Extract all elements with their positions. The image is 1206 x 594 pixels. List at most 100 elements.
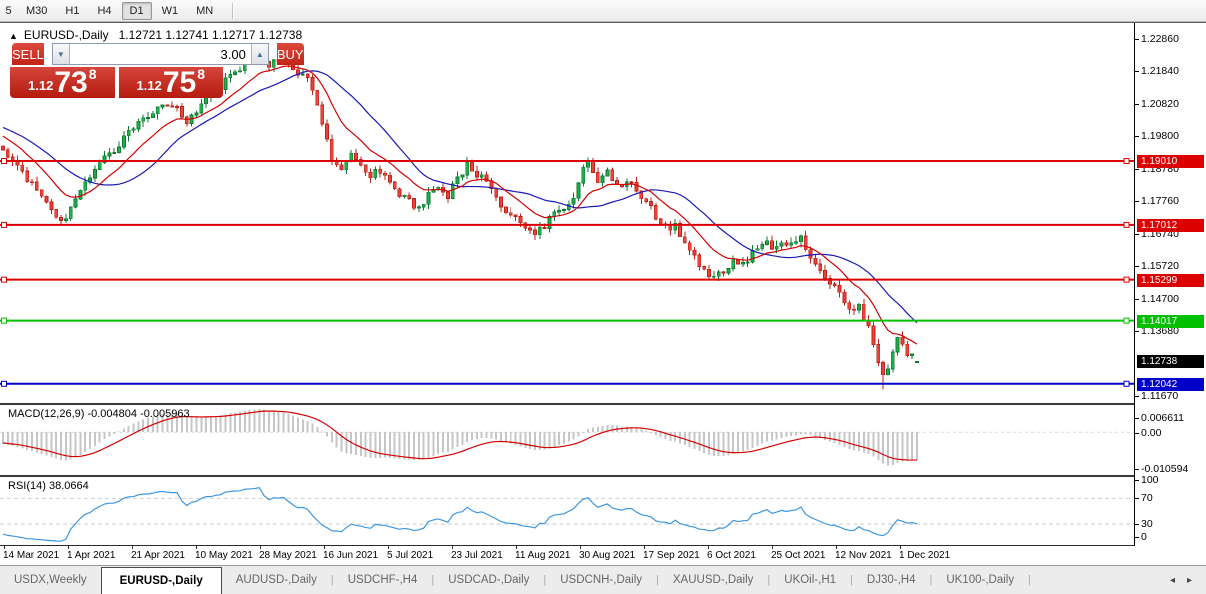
axis-tick [1135,169,1139,170]
timeframe-button-5[interactable]: 5 [1,2,16,20]
date-tick [388,546,389,549]
tab-ukoil-h1[interactable]: UKOil-,H1 [770,566,850,594]
tab-usdcad-daily[interactable]: USDCAD-,Daily [434,566,543,594]
timeframe-button-h1[interactable]: H1 [57,2,87,20]
date-label: 1 Apr 2021 [67,550,116,561]
buy-button[interactable]: BUY [276,43,304,65]
date-label: 16 Jun 2021 [323,550,379,561]
price-axis-label: 1.14700 [1141,293,1179,305]
macd-label: MACD(12,26,9) -0.004804 -0.005963 [8,408,190,420]
price-badge: 1.12738 [1137,354,1204,368]
buy-price-prefix: 1.12 [136,78,162,93]
date-tick [452,546,453,549]
date-label: 5 Jul 2021 [387,550,434,561]
price-badge: 1.19010 [1137,154,1204,168]
chart-symbol-label: EURUSD-,Daily [23,28,109,42]
axis-tick [1135,418,1139,419]
rsi-indicator-panel: RSI(14) 38.0664 [0,476,1134,546]
horizontal-line[interactable] [0,158,1134,165]
axis-tick [1135,396,1139,397]
collapse-triangle-icon[interactable]: ▲ [9,31,18,41]
tab-audusd-daily[interactable]: AUDUSD-,Daily [222,566,331,594]
tab-scroll-left-icon[interactable]: ◂ [1170,575,1175,586]
date-tick [900,546,901,549]
axis-tick [1135,331,1139,332]
date-tick [836,546,837,549]
sell-price-big: 73 [54,66,88,99]
price-axis-label: 1.11670 [1141,390,1179,402]
date-label: 6 Oct 2021 [707,550,756,561]
one-click-trading-panel: SELL ▼ ▲ BUY 1.12 73 8 1.12 [10,43,304,99]
tab-scroll-arrows: ◂ ▸ [1170,575,1192,586]
price-badge: 1.15299 [1137,273,1204,287]
axis-tick [1135,234,1139,235]
volume-increase-icon[interactable]: ▲ [250,44,268,64]
rsi-axis-label: 70 [1141,492,1153,504]
date-label: 11 Aug 2021 [515,550,571,561]
timeframe-button-d1[interactable]: D1 [121,1,152,20]
sell-price-pip: 8 [88,66,97,82]
date-tick [324,546,325,549]
horizontal-line[interactable] [0,317,1134,324]
tab-scroll-right-icon[interactable]: ▸ [1187,575,1192,586]
date-label: 21 Apr 2021 [131,550,185,561]
date-tick [196,546,197,549]
price-axis-label: 1.15720 [1141,260,1179,272]
axis-tick [1135,104,1139,105]
date-label: 14 Mar 2021 [3,550,60,561]
buy-price-big: 75 [162,66,197,99]
chart-tab-bar: USDX,Weekly EURUSD-,Daily AUDUSD-,Daily | US… [0,565,1206,594]
tab-usdx-weekly[interactable]: USDX,Weekly [0,566,101,594]
axis-tick [1135,469,1139,470]
axis-tick [1135,480,1139,481]
rsi-label: RSI(14) 38.0664 [8,480,89,492]
price-axis-label: 1.20820 [1141,98,1179,110]
date-label: 23 Jul 2021 [451,550,503,561]
rsi-chart-canvas[interactable] [0,477,1134,545]
date-tick [516,546,517,549]
sell-button[interactable]: SELL [12,43,44,65]
axis-tick [1135,524,1139,525]
sell-price-display[interactable]: 1.12 73 8 [10,66,115,99]
volume-spinner: ▼ ▲ [51,43,269,65]
price-chart-panel: ▲ EURUSD-,Daily 1.12721 1.12741 1.12717 1.… [0,23,1134,404]
date-tick [132,546,133,549]
timeframe-button-mn[interactable]: MN [188,2,221,20]
timeframe-toolbar: 5 M30 H1 H4 D1 W1 MN [0,0,1206,22]
price-axis-label: 1.17760 [1141,195,1179,207]
volume-input[interactable] [69,44,251,64]
horizontal-line[interactable] [0,276,1134,283]
date-label: 30 Aug 2021 [579,550,636,561]
timeframe-button-m30[interactable]: M30 [18,2,55,20]
axis-tick [1135,71,1139,72]
tab-xauusd-daily[interactable]: XAUUSD-,Daily [659,566,768,594]
price-axis-label: 1.19800 [1141,130,1179,142]
date-tick [580,546,581,549]
horizontal-line[interactable] [0,380,1134,387]
timeframe-button-h4[interactable]: H4 [89,2,119,20]
toolbar-separator [232,2,234,19]
rsi-axis-label: 100 [1141,474,1159,486]
date-label: 25 Oct 2021 [771,550,826,561]
horizontal-line[interactable] [0,221,1134,228]
rsi-axis-label: 0 [1141,531,1147,543]
axis-tick [1135,537,1139,538]
tab-usdcnh-daily[interactable]: USDCNH-,Daily [546,566,656,594]
price-axis-label: 1.21840 [1141,65,1179,77]
chart-window: ▲ EURUSD-,Daily 1.12721 1.12741 1.12717 1.… [0,22,1206,566]
volume-decrease-icon[interactable]: ▼ [52,44,70,64]
tab-dj30-h4[interactable]: DJ30-,H4 [853,566,930,594]
timeframe-button-w1[interactable]: W1 [154,2,187,20]
price-axis: 1.22860 1.21840 1.20820 1.19800 1.18780 1.177… [1135,23,1206,566]
axis-tick [1135,201,1139,202]
macd-axis-label: 0.006611 [1141,412,1185,424]
tab-uk100-daily[interactable]: UK100-,Daily [932,566,1028,594]
price-axis-label: 1.22860 [1141,33,1179,45]
tab-usdchf-h4[interactable]: USDCHF-,H4 [334,566,432,594]
axis-tick [1135,266,1139,267]
chart-panels: ▲ EURUSD-,Daily 1.12721 1.12741 1.12717 1.… [0,23,1135,546]
buy-price-display[interactable]: 1.12 75 8 [118,66,223,99]
tab-eurusd-daily[interactable]: EURUSD-,Daily [100,567,222,594]
date-label: 17 Sep 2021 [643,550,700,561]
macd-axis-label: 0.00 [1141,427,1162,439]
